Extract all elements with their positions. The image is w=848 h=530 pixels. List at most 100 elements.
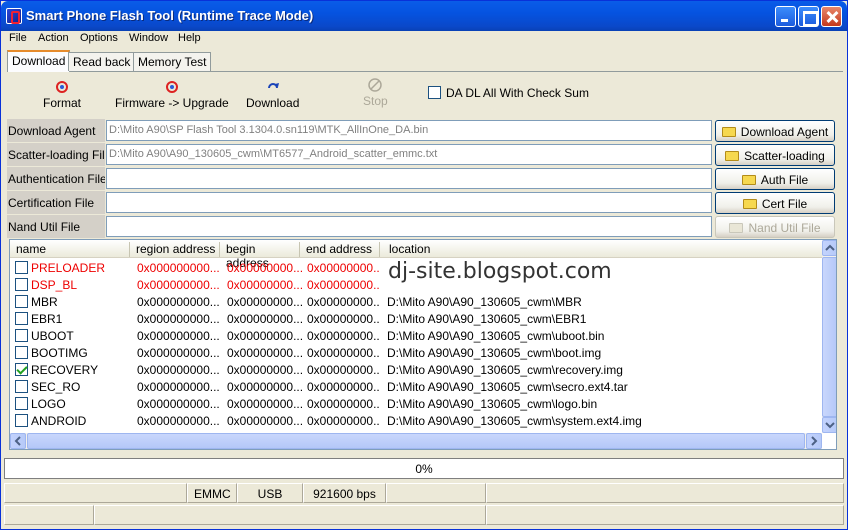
folder-icon	[742, 199, 757, 209]
authentication-row: Authentication File Auth File	[7, 167, 843, 190]
folder-icon	[725, 151, 740, 161]
cell-begin: 0x00000000...	[227, 295, 304, 309]
minimize-button[interactable]	[775, 6, 796, 27]
close-button[interactable]	[821, 6, 842, 27]
status-cell-empty	[486, 483, 844, 503]
vertical-scroll-thumb[interactable]	[822, 257, 836, 417]
row-checkbox[interactable]	[15, 295, 28, 308]
horizontal-scrollbar[interactable]	[10, 433, 822, 449]
nand-util-file-button[interactable]: Nand Util File	[715, 216, 835, 238]
row-checkbox[interactable]	[15, 397, 28, 410]
certification-label: Certification File	[7, 191, 105, 214]
download-agent-button[interactable]: Download Agent	[715, 120, 835, 142]
cert-file-button-label: Cert File	[761, 197, 808, 211]
status-cell-empty	[4, 483, 187, 503]
download-agent-button-label: Download Agent	[740, 125, 829, 139]
column-location[interactable]: location	[383, 242, 822, 257]
auth-file-button[interactable]: Auth File	[715, 168, 835, 190]
nand-util-path[interactable]	[106, 216, 712, 237]
table-row[interactable]: UBOOT 0x000000000... 0x00000000... 0x000000…	[10, 327, 822, 344]
menu-window[interactable]: Window	[129, 32, 168, 44]
scroll-up-button[interactable]	[822, 240, 836, 256]
row-checkbox[interactable]	[15, 312, 28, 325]
firmware-upgrade-button[interactable]: Firmware -> Upgrade	[115, 80, 229, 110]
column-begin-address[interactable]: begin address	[220, 242, 300, 270]
cell-begin: 0x00000000...	[227, 397, 304, 411]
column-name[interactable]: name	[10, 242, 130, 257]
scatter-loading-button[interactable]: Scatter-loading	[715, 144, 835, 166]
table-row[interactable]: MBR 0x000000000... 0x00000000... 0x00000000…	[10, 293, 822, 310]
row-checkbox[interactable]	[15, 261, 28, 274]
tab-read-back[interactable]: Read back	[68, 52, 136, 71]
menu-help[interactable]: Help	[178, 32, 201, 44]
certification-path[interactable]	[106, 192, 712, 213]
scatter-loading-path[interactable]: D:\Mito A90\A90_130605_cwm\MT6577_Androi…	[106, 144, 712, 165]
checksum-checkbox[interactable]	[428, 86, 441, 99]
menu-file[interactable]: File	[9, 32, 27, 44]
status-baud-rate: 921600 bps	[303, 483, 386, 503]
column-region-address[interactable]: region address	[130, 242, 220, 257]
download-agent-path[interactable]: D:\Mito A90\SP Flash Tool 3.1304.0.sn119…	[106, 120, 712, 141]
download-icon	[267, 83, 279, 89]
status-bar-secondary	[4, 505, 844, 526]
row-checkbox[interactable]	[15, 380, 28, 393]
vertical-scrollbar[interactable]	[822, 240, 836, 433]
menu-action[interactable]: Action	[38, 32, 69, 44]
nand-util-row: Nand Util File Nand Util File	[7, 215, 843, 238]
cell-name: BOOTIMG	[31, 346, 88, 360]
cell-region: 0x000000000...	[137, 312, 220, 326]
cell-end: 0x00000000...	[307, 414, 379, 428]
cell-name: DSP_BL	[31, 278, 78, 292]
horizontal-scroll-thumb[interactable]	[27, 433, 805, 449]
authentication-path[interactable]	[106, 168, 712, 189]
format-icon	[56, 81, 68, 93]
scroll-right-button[interactable]	[806, 433, 822, 449]
scroll-down-button[interactable]	[822, 417, 836, 433]
cell-name: SEC_RO	[31, 380, 81, 394]
table-row[interactable]: SEC_RO 0x000000000... 0x00000000... 0x00000…	[10, 378, 822, 395]
title-bar[interactable]: Smart Phone Flash Tool (Runtime Trace Mo…	[1, 1, 847, 31]
list-header: name region address begin address end ad…	[10, 240, 822, 270]
row-checkbox[interactable]	[15, 346, 28, 359]
row-checkbox[interactable]	[15, 363, 28, 376]
format-label: Format	[43, 96, 82, 110]
cell-region: 0x000000000...	[137, 329, 220, 343]
cell-begin: 0x00000000...	[227, 278, 304, 292]
nand-util-file-button-label: Nand Util File	[748, 221, 821, 235]
status-storage: EMMC	[187, 483, 237, 503]
menu-options[interactable]: Options	[80, 32, 118, 44]
cell-name: RECOVERY	[31, 363, 99, 377]
download-agent-row: Download Agent D:\Mito A90\SP Flash Tool…	[7, 119, 843, 142]
table-row[interactable]: RECOVERY 0x000000000... 0x00000000... 0x000…	[10, 361, 822, 378]
tab-memory-test[interactable]: Memory Test	[133, 52, 212, 71]
folder-icon	[729, 223, 744, 233]
cell-region: 0x000000000...	[137, 397, 220, 411]
stop-button[interactable]: Stop	[363, 78, 388, 108]
tab-download[interactable]: Download	[7, 50, 71, 72]
row-checkbox[interactable]	[15, 414, 28, 427]
table-row[interactable]: ANDROID 0x000000000... 0x00000000... 0x0000…	[10, 412, 822, 429]
cert-file-button[interactable]: Cert File	[715, 192, 835, 214]
cell-region: 0x000000000...	[137, 414, 220, 428]
cell-location: D:\Mito A90\A90_130605_cwm\logo.bin	[387, 397, 598, 411]
maximize-button[interactable]	[798, 6, 819, 27]
scroll-left-button[interactable]	[10, 433, 26, 449]
cell-name: MBR	[31, 295, 58, 309]
cell-location: D:\Mito A90\A90_130605_cwm\recovery.img	[387, 363, 623, 377]
cell-location: D:\Mito A90\A90_130605_cwm\system.ext4.i…	[387, 414, 642, 428]
table-row[interactable]: LOGO 0x000000000... 0x00000000... 0x0000000…	[10, 395, 822, 412]
row-checkbox[interactable]	[15, 278, 28, 291]
cell-begin: 0x00000000...	[227, 329, 304, 343]
cell-region: 0x000000000...	[137, 380, 220, 394]
format-button[interactable]: Format	[43, 80, 81, 110]
download-button[interactable]: Download	[246, 80, 299, 110]
table-row[interactable]: EBR1 0x000000000... 0x00000000... 0x0000000…	[10, 310, 822, 327]
cell-location: D:\Mito A90\A90_130605_cwm\MBR	[387, 295, 582, 309]
table-row[interactable]: BOOTIMG 0x000000000... 0x00000000... 0x0000…	[10, 344, 822, 361]
cell-end: 0x00000000...	[307, 397, 379, 411]
column-end-address[interactable]: end address	[300, 242, 380, 257]
progress-text: 0%	[415, 462, 433, 476]
checksum-label: DA DL All With Check Sum	[446, 86, 589, 100]
row-checkbox[interactable]	[15, 329, 28, 342]
download-agent-label: Download Agent	[7, 119, 105, 142]
